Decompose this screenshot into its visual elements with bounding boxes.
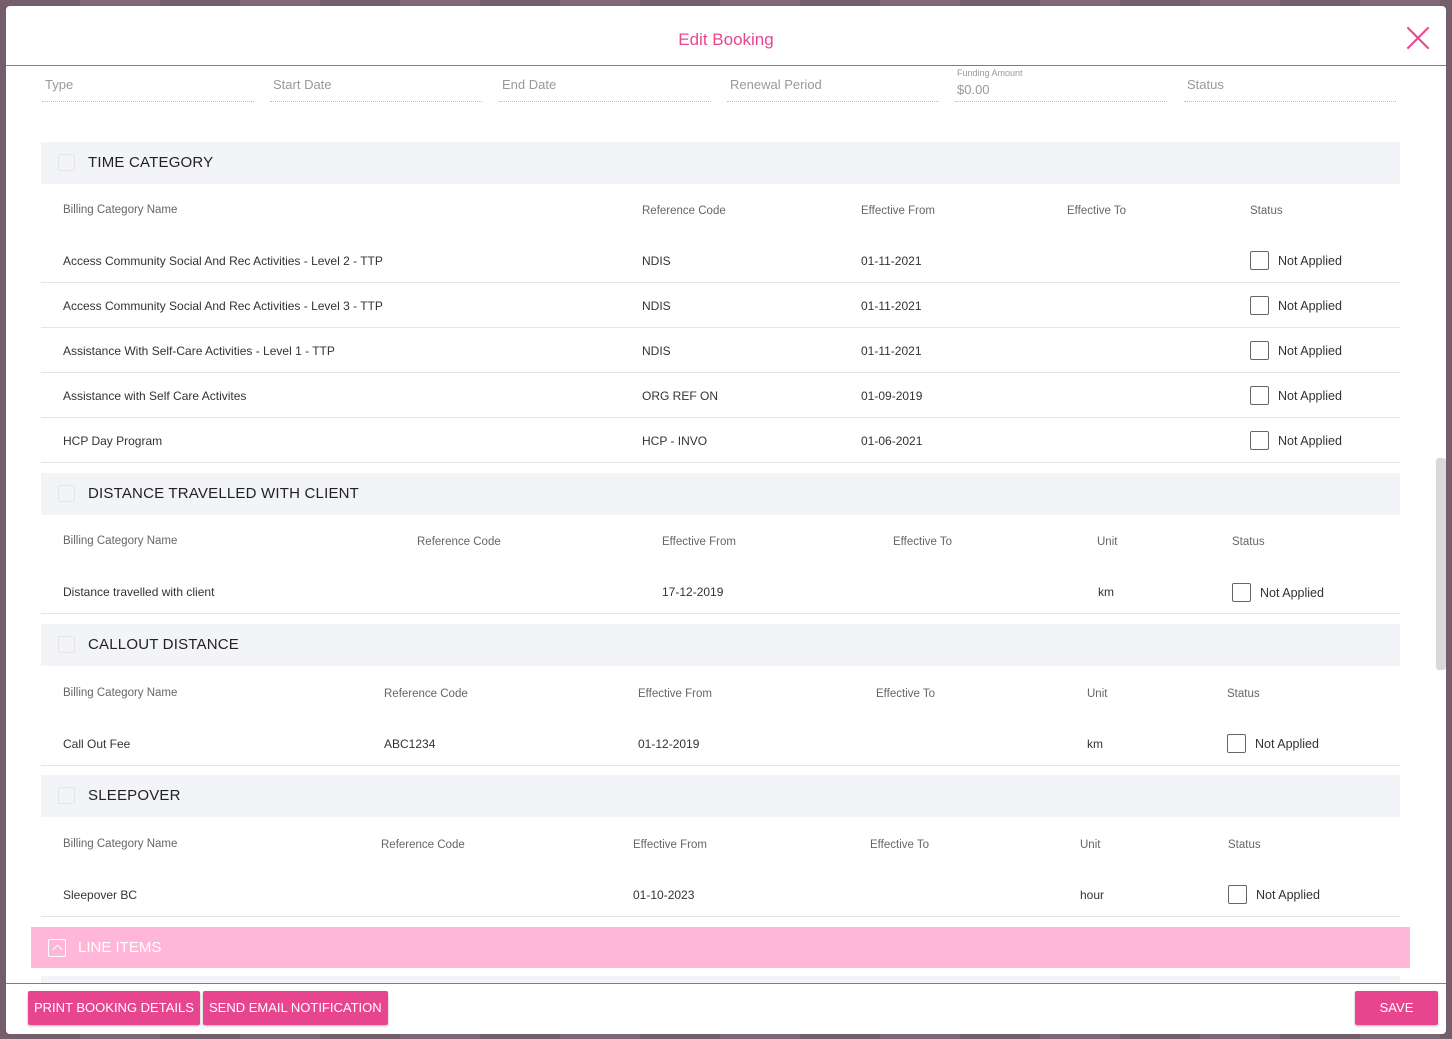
column-header: Billing Category Name bbox=[63, 535, 178, 547]
status-checkbox[interactable] bbox=[1250, 431, 1269, 450]
status-checkbox[interactable] bbox=[1250, 296, 1269, 315]
save-button[interactable]: SAVE bbox=[1355, 991, 1438, 1025]
line-items-content bbox=[41, 976, 1400, 983]
section-select-checkbox[interactable] bbox=[58, 154, 75, 171]
status-field[interactable]: Status bbox=[1184, 66, 1396, 102]
column-header: Status bbox=[1250, 205, 1283, 217]
column-header: Effective From bbox=[662, 536, 736, 548]
renewal-period-field[interactable]: Renewal Period bbox=[727, 66, 939, 102]
section-title: CALLOUT DISTANCE bbox=[88, 636, 240, 653]
section-time-category: TIME CATEGORY bbox=[41, 142, 1400, 184]
column-header: Reference Code bbox=[642, 205, 726, 217]
row-divider bbox=[41, 417, 1400, 418]
print-booking-details-button[interactable]: PRINT BOOKING DETAILS bbox=[28, 991, 200, 1025]
section-callout-distance: CALLOUT DISTANCE bbox=[41, 624, 1400, 666]
send-email-notification-button[interactable]: SEND EMAIL NOTIFICATION bbox=[203, 991, 388, 1025]
column-header: Effective To bbox=[1067, 205, 1127, 217]
row-divider bbox=[41, 327, 1400, 328]
column-header: Billing Category Name bbox=[63, 204, 178, 216]
column-header: Unit bbox=[1097, 536, 1118, 548]
row-divider bbox=[41, 765, 1400, 766]
column-header: Effective From bbox=[638, 688, 712, 700]
column-header: Unit bbox=[1087, 688, 1108, 700]
section-title: LINE ITEMS bbox=[78, 939, 162, 956]
status-checkbox[interactable] bbox=[1228, 885, 1247, 904]
column-header: Billing Category Name bbox=[63, 687, 178, 699]
column-header: Status bbox=[1232, 536, 1265, 548]
funding-amount-field[interactable]: Funding Amount $0.00 bbox=[955, 66, 1167, 102]
section-select-checkbox[interactable] bbox=[58, 787, 75, 804]
column-header: Unit bbox=[1080, 839, 1101, 851]
status-checkbox[interactable] bbox=[1250, 341, 1269, 360]
end-date-field[interactable]: End Date bbox=[499, 66, 711, 102]
section-select-checkbox[interactable] bbox=[58, 485, 75, 502]
modal-footer: PRINT BOOKING DETAILS SEND EMAIL NOTIFIC… bbox=[6, 983, 1446, 1034]
section-sleepover: SLEEPOVER bbox=[41, 775, 1400, 817]
status-checkbox[interactable] bbox=[1250, 386, 1269, 405]
column-header: Effective To bbox=[870, 839, 930, 851]
column-header: Effective To bbox=[893, 536, 953, 548]
section-title: SLEEPOVER bbox=[88, 787, 181, 804]
modal-body: Type Start Date End Date Renewal Period … bbox=[6, 66, 1446, 983]
chevron-up-icon[interactable] bbox=[48, 939, 66, 957]
row-divider bbox=[41, 282, 1400, 283]
column-header: Effective From bbox=[861, 205, 935, 217]
modal-title: Edit Booking bbox=[678, 30, 774, 49]
column-header: Billing Category Name bbox=[63, 838, 178, 850]
column-header: Effective From bbox=[633, 839, 707, 851]
start-date-field[interactable]: Start Date bbox=[270, 66, 482, 102]
close-icon[interactable] bbox=[1406, 26, 1430, 50]
edit-booking-modal: Edit Booking Type Start Date End Date Re… bbox=[6, 6, 1446, 1034]
type-field[interactable]: Type bbox=[42, 66, 254, 102]
scrollbar-thumb[interactable] bbox=[1436, 458, 1446, 670]
section-line-items[interactable]: LINE ITEMS bbox=[31, 927, 1410, 968]
column-header: Effective To bbox=[876, 688, 936, 700]
column-header: Status bbox=[1228, 839, 1261, 851]
section-select-checkbox[interactable] bbox=[58, 636, 75, 653]
row-divider bbox=[41, 916, 1400, 917]
status-checkbox[interactable] bbox=[1250, 251, 1269, 270]
modal-header: Edit Booking bbox=[6, 6, 1446, 66]
section-title: TIME CATEGORY bbox=[88, 154, 214, 171]
column-header: Status bbox=[1227, 688, 1260, 700]
column-header: Reference Code bbox=[417, 536, 501, 548]
status-checkbox[interactable] bbox=[1232, 583, 1251, 602]
row-divider bbox=[41, 462, 1400, 463]
section-distance-travelled: DISTANCE TRAVELLED WITH CLIENT bbox=[41, 473, 1400, 515]
section-title: DISTANCE TRAVELLED WITH CLIENT bbox=[88, 485, 360, 502]
status-checkbox[interactable] bbox=[1227, 734, 1246, 753]
column-header: Reference Code bbox=[381, 839, 465, 851]
row-divider bbox=[41, 372, 1400, 373]
column-header: Reference Code bbox=[384, 688, 468, 700]
row-divider bbox=[41, 613, 1400, 614]
